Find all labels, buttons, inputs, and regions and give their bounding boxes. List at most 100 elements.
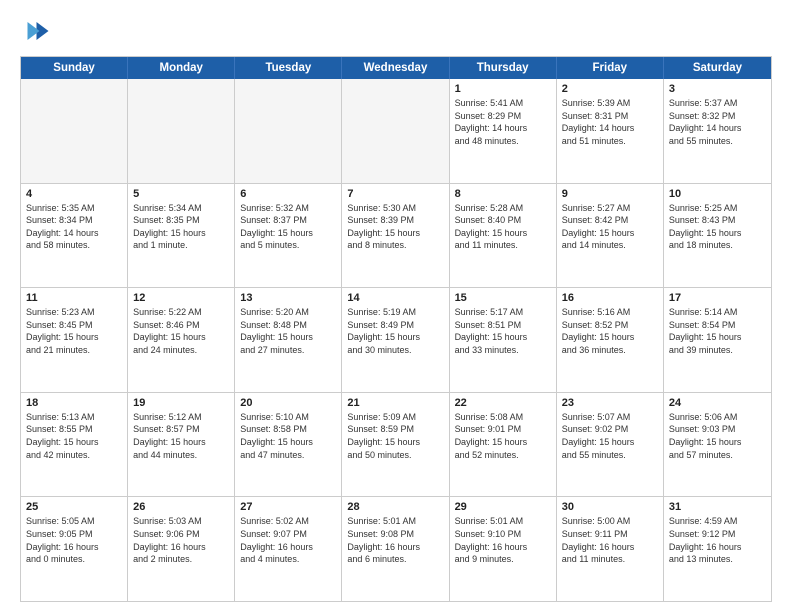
calendar-cell: 27 Sunrise: 5:02 AMSunset: 9:07 PMDayligh… xyxy=(235,497,342,601)
header-day-saturday: Saturday xyxy=(664,57,771,79)
day-info: Sunrise: 5:32 AMSunset: 8:37 PMDaylight:… xyxy=(240,202,336,252)
day-info: Sunrise: 5:16 AMSunset: 8:52 PMDaylight:… xyxy=(562,306,658,356)
day-number: 6 xyxy=(240,188,336,200)
calendar-cell: 5 Sunrise: 5:34 AMSunset: 8:35 PMDaylight… xyxy=(128,184,235,288)
calendar-cell xyxy=(128,79,235,183)
day-number: 12 xyxy=(133,292,229,304)
day-info: Sunrise: 5:37 AMSunset: 8:32 PMDaylight:… xyxy=(669,97,766,147)
calendar-cell: 30 Sunrise: 5:00 AMSunset: 9:11 PMDayligh… xyxy=(557,497,664,601)
calendar-cell: 14 Sunrise: 5:19 AMSunset: 8:49 PMDayligh… xyxy=(342,288,449,392)
day-info: Sunrise: 5:09 AMSunset: 8:59 PMDaylight:… xyxy=(347,411,443,461)
calendar-cell: 4 Sunrise: 5:35 AMSunset: 8:34 PMDaylight… xyxy=(21,184,128,288)
day-number: 21 xyxy=(347,397,443,409)
day-info: Sunrise: 5:14 AMSunset: 8:54 PMDaylight:… xyxy=(669,306,766,356)
calendar-cell xyxy=(342,79,449,183)
day-number: 24 xyxy=(669,397,766,409)
calendar-cell: 15 Sunrise: 5:17 AMSunset: 8:51 PMDayligh… xyxy=(450,288,557,392)
calendar-cell: 13 Sunrise: 5:20 AMSunset: 8:48 PMDayligh… xyxy=(235,288,342,392)
day-info: Sunrise: 5:02 AMSunset: 9:07 PMDaylight:… xyxy=(240,515,336,565)
header-day-wednesday: Wednesday xyxy=(342,57,449,79)
day-info: Sunrise: 5:35 AMSunset: 8:34 PMDaylight:… xyxy=(26,202,122,252)
calendar-cell: 23 Sunrise: 5:07 AMSunset: 9:02 PMDayligh… xyxy=(557,393,664,497)
calendar-cell: 17Sunrise: 5:14 AMSunset: 8:54 PMDayligh… xyxy=(664,288,771,392)
day-info: Sunrise: 5:06 AMSunset: 9:03 PMDaylight:… xyxy=(669,411,766,461)
calendar-cell: 28 Sunrise: 5:01 AMSunset: 9:08 PMDayligh… xyxy=(342,497,449,601)
day-info: Sunrise: 5:10 AMSunset: 8:58 PMDaylight:… xyxy=(240,411,336,461)
day-info: Sunrise: 5:12 AMSunset: 8:57 PMDaylight:… xyxy=(133,411,229,461)
calendar-week-3: 11Sunrise: 5:23 AMSunset: 8:45 PMDayligh… xyxy=(21,287,771,392)
day-info: Sunrise: 5:22 AMSunset: 8:46 PMDaylight:… xyxy=(133,306,229,356)
day-number: 10 xyxy=(669,188,766,200)
calendar-cell: 16 Sunrise: 5:16 AMSunset: 8:52 PMDayligh… xyxy=(557,288,664,392)
calendar-cell: 8 Sunrise: 5:28 AMSunset: 8:40 PMDaylight… xyxy=(450,184,557,288)
calendar-cell: 12 Sunrise: 5:22 AMSunset: 8:46 PMDayligh… xyxy=(128,288,235,392)
day-info: Sunrise: 5:19 AMSunset: 8:49 PMDaylight:… xyxy=(347,306,443,356)
day-number: 9 xyxy=(562,188,658,200)
day-number: 23 xyxy=(562,397,658,409)
calendar-header: SundayMondayTuesdayWednesdayThursdayFrid… xyxy=(21,57,771,79)
calendar-cell: 18 Sunrise: 5:13 AMSunset: 8:55 PMDayligh… xyxy=(21,393,128,497)
day-info: Sunrise: 5:30 AMSunset: 8:39 PMDaylight:… xyxy=(347,202,443,252)
calendar-week-1: 1Sunrise: 5:41 AMSunset: 8:29 PMDaylight… xyxy=(21,79,771,183)
day-info: Sunrise: 5:13 AMSunset: 8:55 PMDaylight:… xyxy=(26,411,122,461)
day-info: Sunrise: 5:27 AMSunset: 8:42 PMDaylight:… xyxy=(562,202,658,252)
calendar-cell xyxy=(21,79,128,183)
calendar-week-5: 25Sunrise: 5:05 AMSunset: 9:05 PMDayligh… xyxy=(21,496,771,601)
calendar-cell: 26 Sunrise: 5:03 AMSunset: 9:06 PMDayligh… xyxy=(128,497,235,601)
day-info: Sunrise: 5:08 AMSunset: 9:01 PMDaylight:… xyxy=(455,411,551,461)
day-info: Sunrise: 5:07 AMSunset: 9:02 PMDaylight:… xyxy=(562,411,658,461)
header xyxy=(20,16,772,46)
calendar: SundayMondayTuesdayWednesdayThursdayFrid… xyxy=(20,56,772,602)
day-number: 28 xyxy=(347,501,443,513)
calendar-cell: 10Sunrise: 5:25 AMSunset: 8:43 PMDayligh… xyxy=(664,184,771,288)
day-info: Sunrise: 5:01 AMSunset: 9:10 PMDaylight:… xyxy=(455,515,551,565)
day-number: 4 xyxy=(26,188,122,200)
day-number: 31 xyxy=(669,501,766,513)
day-number: 16 xyxy=(562,292,658,304)
day-number: 14 xyxy=(347,292,443,304)
calendar-cell: 9 Sunrise: 5:27 AMSunset: 8:42 PMDaylight… xyxy=(557,184,664,288)
day-info: Sunrise: 5:03 AMSunset: 9:06 PMDaylight:… xyxy=(133,515,229,565)
calendar-week-4: 18 Sunrise: 5:13 AMSunset: 8:55 PMDayligh… xyxy=(21,392,771,497)
logo xyxy=(20,16,54,46)
day-number: 30 xyxy=(562,501,658,513)
day-number: 15 xyxy=(455,292,551,304)
calendar-cell: 29 Sunrise: 5:01 AMSunset: 9:10 PMDayligh… xyxy=(450,497,557,601)
day-number: 27 xyxy=(240,501,336,513)
calendar-week-2: 4 Sunrise: 5:35 AMSunset: 8:34 PMDaylight… xyxy=(21,183,771,288)
day-info: Sunrise: 4:59 AMSunset: 9:12 PMDaylight:… xyxy=(669,515,766,565)
header-day-tuesday: Tuesday xyxy=(235,57,342,79)
day-number: 20 xyxy=(240,397,336,409)
day-info: Sunrise: 5:28 AMSunset: 8:40 PMDaylight:… xyxy=(455,202,551,252)
day-number: 5 xyxy=(133,188,229,200)
calendar-cell: 21 Sunrise: 5:09 AMSunset: 8:59 PMDayligh… xyxy=(342,393,449,497)
day-number: 26 xyxy=(133,501,229,513)
calendar-cell: 6 Sunrise: 5:32 AMSunset: 8:37 PMDaylight… xyxy=(235,184,342,288)
calendar-cell: 7Sunrise: 5:30 AMSunset: 8:39 PMDaylight… xyxy=(342,184,449,288)
header-day-monday: Monday xyxy=(128,57,235,79)
day-info: Sunrise: 5:00 AMSunset: 9:11 PMDaylight:… xyxy=(562,515,658,565)
day-info: Sunrise: 5:39 AMSunset: 8:31 PMDaylight:… xyxy=(562,97,658,147)
day-number: 29 xyxy=(455,501,551,513)
day-info: Sunrise: 5:05 AMSunset: 9:05 PMDaylight:… xyxy=(26,515,122,565)
page: SundayMondayTuesdayWednesdayThursdayFrid… xyxy=(0,0,792,612)
header-day-friday: Friday xyxy=(557,57,664,79)
day-number: 8 xyxy=(455,188,551,200)
calendar-cell: 1Sunrise: 5:41 AMSunset: 8:29 PMDaylight… xyxy=(450,79,557,183)
day-number: 2 xyxy=(562,83,658,95)
day-info: Sunrise: 5:34 AMSunset: 8:35 PMDaylight:… xyxy=(133,202,229,252)
day-info: Sunrise: 5:20 AMSunset: 8:48 PMDaylight:… xyxy=(240,306,336,356)
logo-icon xyxy=(20,16,50,46)
day-info: Sunrise: 5:01 AMSunset: 9:08 PMDaylight:… xyxy=(347,515,443,565)
day-info: Sunrise: 5:17 AMSunset: 8:51 PMDaylight:… xyxy=(455,306,551,356)
header-day-thursday: Thursday xyxy=(450,57,557,79)
day-number: 22 xyxy=(455,397,551,409)
calendar-cell: 19Sunrise: 5:12 AMSunset: 8:57 PMDayligh… xyxy=(128,393,235,497)
day-number: 18 xyxy=(26,397,122,409)
calendar-cell: 25Sunrise: 5:05 AMSunset: 9:05 PMDayligh… xyxy=(21,497,128,601)
calendar-cell: 20 Sunrise: 5:10 AMSunset: 8:58 PMDayligh… xyxy=(235,393,342,497)
day-number: 11 xyxy=(26,292,122,304)
day-number: 13 xyxy=(240,292,336,304)
calendar-cell: 22 Sunrise: 5:08 AMSunset: 9:01 PMDayligh… xyxy=(450,393,557,497)
header-day-sunday: Sunday xyxy=(21,57,128,79)
